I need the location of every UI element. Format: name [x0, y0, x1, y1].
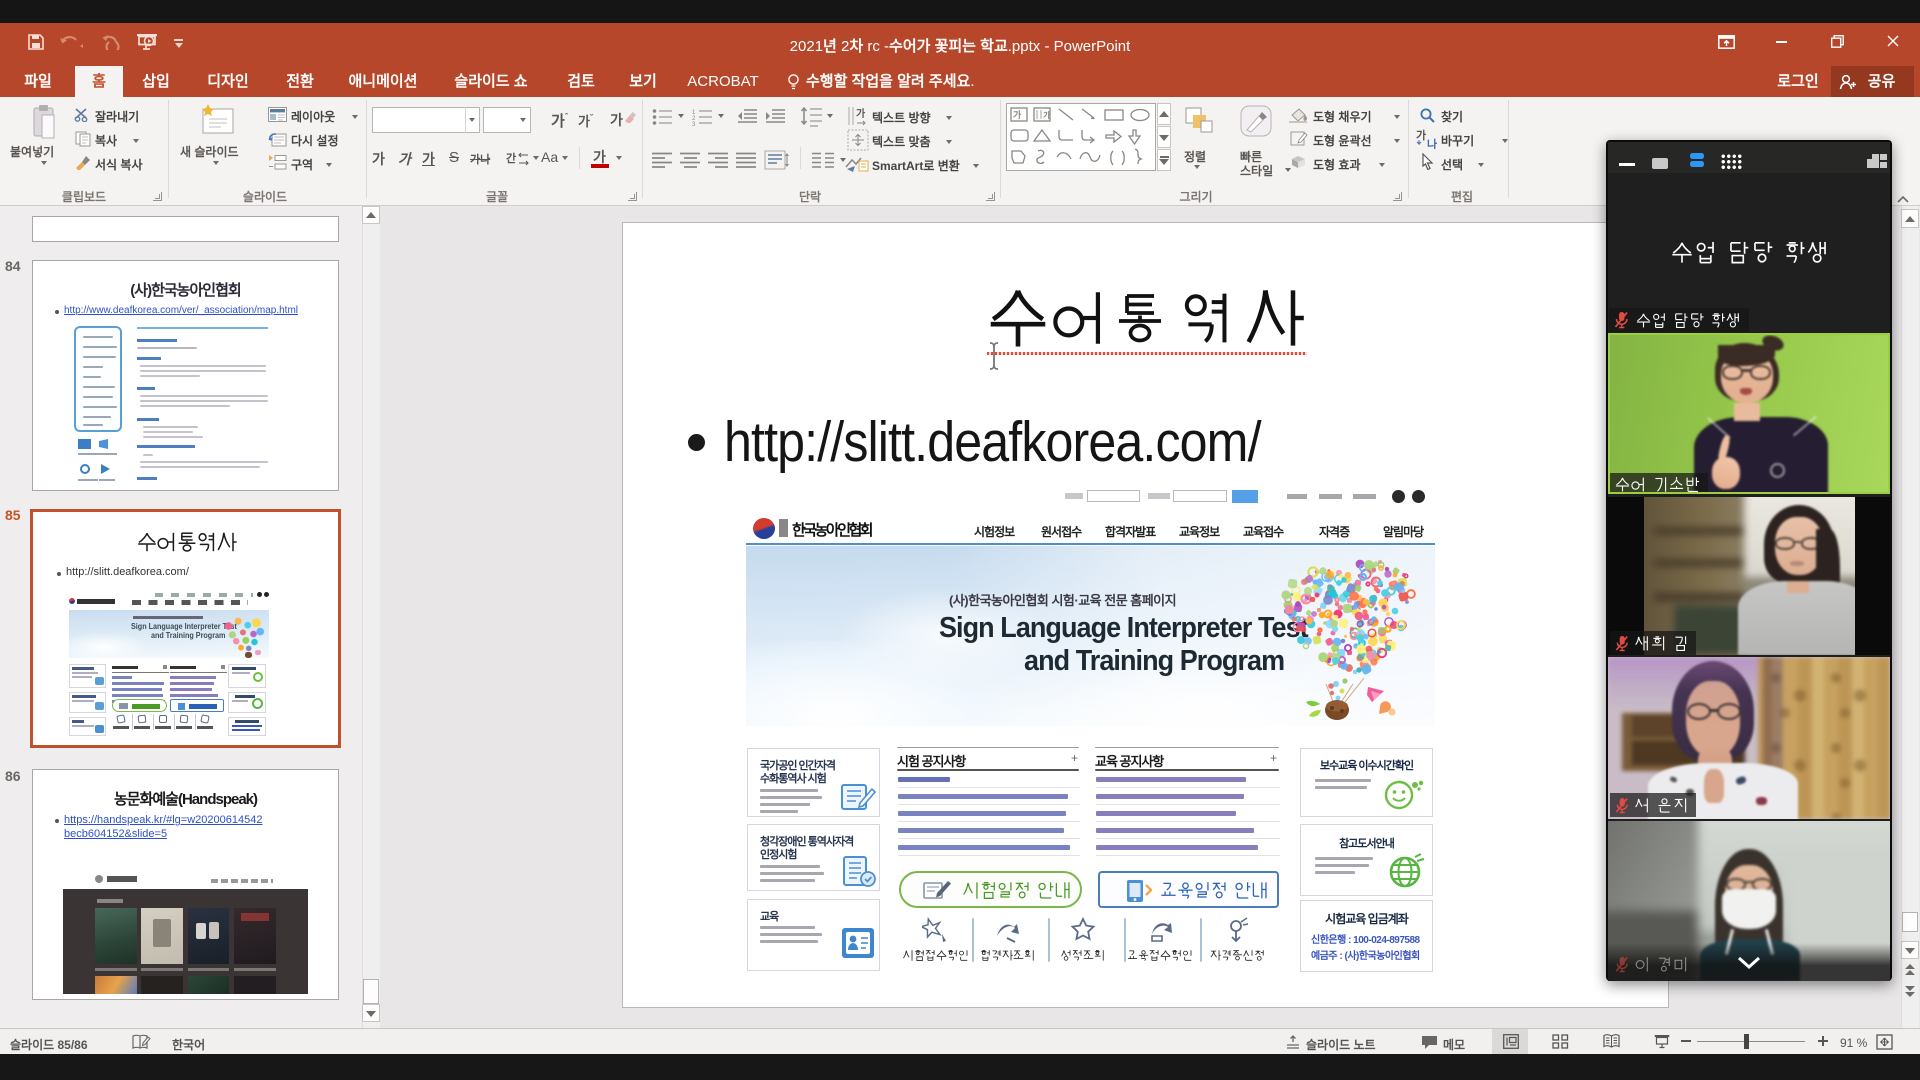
svg-text:가: 가 — [1043, 110, 1051, 120]
svg-text:3: 3 — [692, 122, 696, 126]
svg-text:가: 가 — [1416, 129, 1426, 142]
svg-text:간: 간 — [506, 151, 516, 165]
svg-text:가: 가 — [1013, 109, 1022, 120]
svg-text:가: 가 — [856, 107, 866, 120]
svg-text:나: 나 — [1427, 137, 1437, 149]
